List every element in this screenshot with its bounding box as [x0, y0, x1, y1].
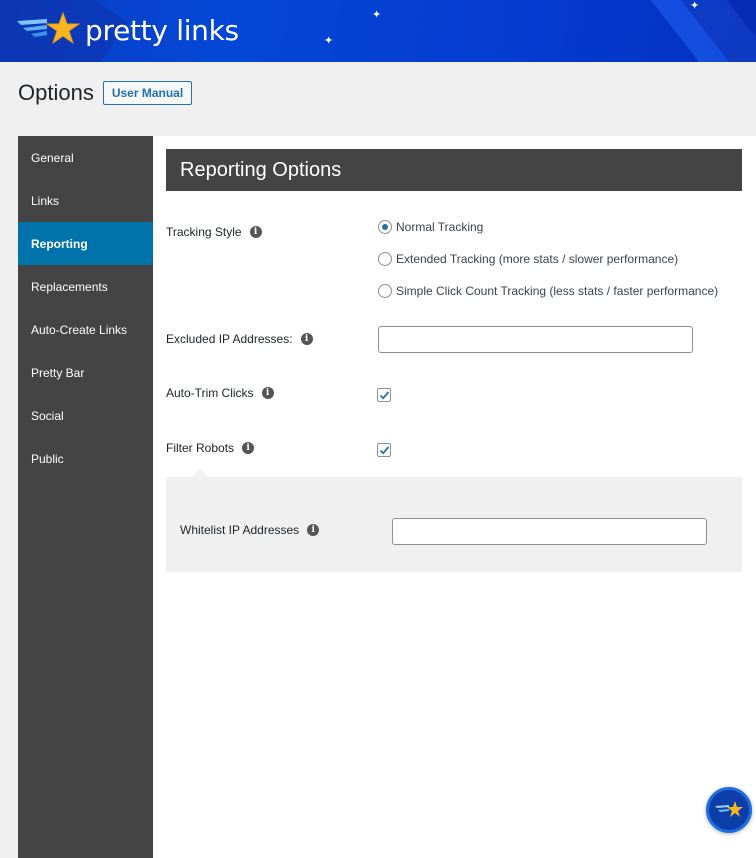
- info-icon[interactable]: i: [261, 387, 274, 399]
- tracking-style-label-text: Tracking Style: [166, 225, 242, 239]
- section-title: Reporting Options: [166, 149, 742, 191]
- whitelist-ip-label-text: Whitelist IP Addresses: [180, 523, 300, 537]
- radio-label: Extended Tracking (more stats / slower p…: [396, 252, 679, 266]
- excluded-ip-label-text: Excluded IP Addresses:: [166, 332, 293, 346]
- radio-button[interactable]: [378, 220, 392, 234]
- checkmark-icon: [379, 391, 390, 400]
- options-panel: General Links Reporting Replacements Aut…: [18, 136, 756, 858]
- info-icon[interactable]: i: [307, 524, 320, 536]
- info-icon[interactable]: i: [249, 226, 262, 238]
- radio-label: Simple Click Count Tracking (less stats …: [396, 284, 719, 298]
- options-sidebar: General Links Reporting Replacements Aut…: [18, 136, 153, 858]
- sidebar-item-pretty-bar[interactable]: Pretty Bar: [18, 351, 153, 394]
- sparkle-icon: ✦: [690, 0, 700, 12]
- sidebar-item-auto-create-links[interactable]: Auto-Create Links: [18, 308, 153, 351]
- page-header: Options User Manual: [18, 80, 193, 106]
- radio-label: Normal Tracking: [396, 220, 484, 234]
- sidebar-item-links[interactable]: Links: [18, 179, 153, 222]
- radio-normal-tracking[interactable]: Normal Tracking: [378, 220, 483, 234]
- help-floating-button[interactable]: [706, 787, 752, 833]
- sidebar-item-general[interactable]: General: [18, 136, 153, 179]
- sidebar-item-reporting[interactable]: Reporting: [18, 222, 153, 265]
- filter-robots-label: Filter Robots i: [166, 441, 255, 455]
- info-icon[interactable]: i: [242, 442, 255, 454]
- sidebar-item-public[interactable]: Public: [18, 437, 153, 480]
- excluded-ip-label: Excluded IP Addresses: i: [166, 332, 313, 346]
- page-title: Options: [18, 80, 94, 105]
- tracking-style-label: Tracking Style i: [166, 225, 262, 239]
- whitelist-ip-input[interactable]: [392, 518, 707, 545]
- auto-trim-clicks-label: Auto-Trim Clicks i: [166, 386, 274, 400]
- excluded-ip-input[interactable]: [378, 326, 693, 353]
- header-banner: ✦ ✦ ✦ pretty links: [0, 0, 756, 62]
- shooting-star-icon: [17, 11, 81, 45]
- radio-button[interactable]: [378, 252, 392, 266]
- radio-simple-click-count[interactable]: Simple Click Count Tracking (less stats …: [378, 284, 718, 298]
- pretty-links-logo[interactable]: pretty links: [17, 11, 239, 49]
- filter-robots-sub-options: Whitelist IP Addresses i: [166, 477, 742, 572]
- checkmark-icon: [379, 446, 390, 455]
- radio-button[interactable]: [378, 284, 392, 298]
- reporting-options-content: Reporting Options Tracking Style i Norma…: [166, 149, 742, 572]
- filter-robots-checkbox[interactable]: [377, 443, 391, 457]
- whitelist-ip-label: Whitelist IP Addresses i: [180, 523, 320, 537]
- auto-trim-clicks-label-text: Auto-Trim Clicks: [166, 386, 254, 400]
- sub-options-pointer: [192, 469, 208, 477]
- info-icon[interactable]: i: [300, 333, 313, 345]
- sidebar-item-replacements[interactable]: Replacements: [18, 265, 153, 308]
- filter-robots-label-text: Filter Robots: [166, 441, 235, 455]
- auto-trim-clicks-checkbox[interactable]: [377, 388, 391, 402]
- sidebar-item-social[interactable]: Social: [18, 394, 153, 437]
- radio-extended-tracking[interactable]: Extended Tracking (more stats / slower p…: [378, 252, 678, 266]
- user-manual-button[interactable]: User Manual: [102, 81, 193, 105]
- sparkle-icon: ✦: [372, 9, 382, 21]
- sparkle-icon: ✦: [324, 35, 334, 47]
- brand-name: pretty links: [85, 13, 239, 47]
- pretty-links-help-icon: [715, 801, 743, 817]
